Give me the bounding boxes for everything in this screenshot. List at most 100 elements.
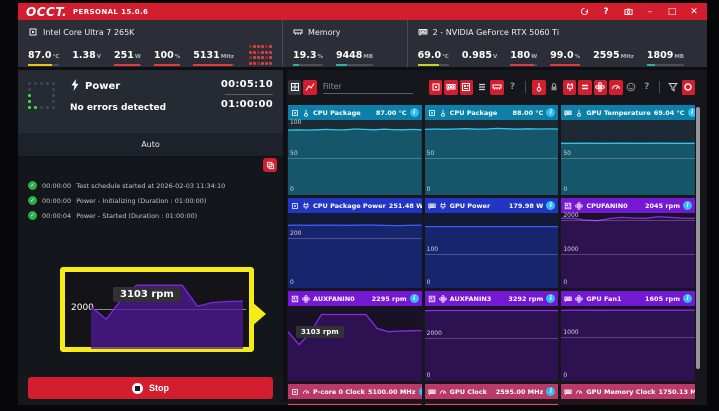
- gridline: [561, 158, 695, 159]
- info-icon[interactable]: i: [546, 201, 555, 210]
- tile-header: GPU Fan11605 rpmi: [561, 291, 695, 306]
- chart-tile-cpu-package[interactable]: CPU Package88.00 °Ci500: [425, 105, 559, 195]
- stat-mhz: 2595MHz: [593, 43, 634, 66]
- gauge-icon: [575, 388, 583, 396]
- reset-button[interactable]: [682, 80, 695, 95]
- axis-tick-label: 0: [427, 280, 431, 286]
- chart-tile-cpufanin0[interactable]: CPUFANIN02045 rpmi200010000: [561, 198, 695, 288]
- stat-value: 1.38: [72, 50, 95, 61]
- drives-filter-button[interactable]: [475, 80, 488, 95]
- graph-view-button[interactable]: [303, 80, 316, 95]
- info-icon[interactable]: i: [546, 387, 555, 396]
- advanced-filter-button[interactable]: [666, 80, 679, 95]
- axis-tick-label: 0: [290, 187, 294, 193]
- info-icon[interactable]: i: [546, 294, 555, 303]
- table-view-button[interactable]: [288, 80, 301, 95]
- stat-value: 99.0: [550, 50, 573, 61]
- chart-tile-auxfanin3[interactable]: AUXFANIN33292 rpmi20000: [425, 291, 559, 381]
- chart-tile-gpu-fan1[interactable]: GPU Fan11605 rpmi10000: [561, 291, 695, 381]
- memory-title-row: Memory: [293, 26, 397, 39]
- zoomed-chart-overlay: 2000 3103 rpm: [60, 267, 254, 352]
- chart-tile-gpu-memory-clock[interactable]: GPU Memory Clock1750.13 MHzi: [561, 384, 695, 405]
- title-bar: OCCT. PERSONAL 15.0.6 ?–□✕: [18, 3, 707, 20]
- test-status: No errors detected: [70, 103, 203, 113]
- memory-filter-button[interactable]: [490, 80, 503, 95]
- stat-unit: W: [135, 54, 141, 60]
- temperature-filter-button[interactable]: [532, 80, 545, 95]
- axis-tick-label: 2000: [427, 331, 442, 337]
- stat-bar: [72, 64, 101, 66]
- smiley-filter-button[interactable]: [625, 80, 638, 95]
- unknown-filter-button[interactable]: ?: [506, 80, 519, 95]
- info-icon[interactable]: i: [546, 108, 555, 117]
- gpu-icon: [428, 388, 436, 396]
- tile-header: CPU Package Power251.48 Wi: [288, 198, 422, 213]
- screenshot-icon[interactable]: [623, 7, 633, 17]
- voltage-filter-button[interactable]: [548, 80, 561, 95]
- info-icon[interactable]: i: [419, 387, 422, 396]
- sparkline-plot: [425, 399, 559, 405]
- line-chart-icon: [305, 82, 315, 92]
- info-icon[interactable]: i: [683, 201, 692, 210]
- check-icon: ✓: [28, 211, 37, 220]
- stop-button[interactable]: Stop: [28, 377, 273, 399]
- fan-icon: [575, 202, 583, 210]
- sensor-name: AUXFANIN3: [450, 295, 492, 303]
- maximize-icon[interactable]: □: [667, 7, 677, 17]
- sensor-name: GPU Clock: [450, 388, 487, 396]
- gridline: [561, 254, 695, 255]
- gridline: [288, 158, 422, 159]
- chart-tile-gpu-clock[interactable]: GPU Clock 2595.00 MHzi: [425, 384, 559, 405]
- chart-tile-auxfanin0[interactable]: AUXFANIN02295 rpmi3103 rpm: [288, 291, 422, 381]
- table-icon: [290, 82, 300, 92]
- log-entry: ✓00:00:04Power - Started (Duration : 01:…: [28, 211, 281, 220]
- usage-filter-button[interactable]: [578, 80, 591, 95]
- stat-value: 69.0: [418, 50, 441, 61]
- help-filter-button[interactable]: ?: [640, 80, 653, 95]
- axis-tick-label: 0: [563, 373, 567, 379]
- chart-tile-p-core-0-clock[interactable]: P-core 0 Clock5100.00 MHzi: [288, 384, 422, 405]
- minimize-icon[interactable]: –: [645, 7, 655, 17]
- cpu-name: Intel Core Ultra 7 265K: [43, 28, 134, 37]
- drives-icon: [477, 82, 487, 92]
- toolbar-divider: [525, 81, 526, 93]
- motherboard-filter-button[interactable]: [460, 80, 473, 95]
- copy-log-button[interactable]: [263, 158, 277, 172]
- info-icon[interactable]: i: [410, 108, 419, 117]
- axis-tick-label: 100: [290, 120, 301, 126]
- vertical-scrollbar[interactable]: [696, 107, 700, 369]
- info-icon[interactable]: i: [688, 108, 695, 117]
- history-icon[interactable]: [579, 7, 589, 17]
- stat-unit: MHz: [221, 54, 234, 60]
- stat-value: 1809: [647, 50, 673, 61]
- axis-tick-label: 0: [563, 187, 567, 193]
- chart-tile-gpu-power[interactable]: GPU Power179.98 Wi1000: [425, 198, 559, 288]
- gpu-filter-button[interactable]: [444, 80, 457, 95]
- log-time: 00:00:04: [42, 212, 71, 220]
- close-icon[interactable]: ✕: [689, 7, 699, 17]
- memory-stats: 19.3%9448MB: [293, 43, 397, 66]
- sensor-value: 88.00 °C: [512, 109, 543, 117]
- check-icon: ✓: [28, 181, 37, 190]
- gpu-icon: [564, 388, 572, 396]
- mode-selector[interactable]: Auto: [18, 133, 283, 157]
- info-icon[interactable]: i: [410, 294, 419, 303]
- sensor-value: 2595.00 MHz: [496, 388, 544, 396]
- power-filter-button[interactable]: [563, 80, 576, 95]
- stat-unit: MHz: [621, 54, 634, 60]
- gridline: [425, 338, 559, 339]
- chart-tile-cpu-package[interactable]: CPU Package87.00 °Ci100500: [288, 105, 422, 195]
- axis-tick-label: 2000: [563, 213, 578, 219]
- chart-tile-gpu-temperature[interactable]: GPU Temperature69.04 °Ci500: [561, 105, 695, 195]
- chart-tile-cpu-package-power[interactable]: CPU Package Power251.48 Wi2000: [288, 198, 422, 288]
- info-icon[interactable]: i: [683, 294, 692, 303]
- help-icon[interactable]: ?: [601, 7, 611, 17]
- sparkline-plot: 3103 rpm: [288, 306, 422, 381]
- cpu-filter-button[interactable]: [429, 80, 442, 95]
- filter-input[interactable]: [323, 81, 413, 94]
- usage-icon: [580, 82, 590, 92]
- stat-bar: [593, 64, 634, 66]
- gpu-icon: [446, 82, 456, 92]
- fan-filter-button[interactable]: [594, 80, 607, 95]
- frequency-filter-button[interactable]: [609, 80, 622, 95]
